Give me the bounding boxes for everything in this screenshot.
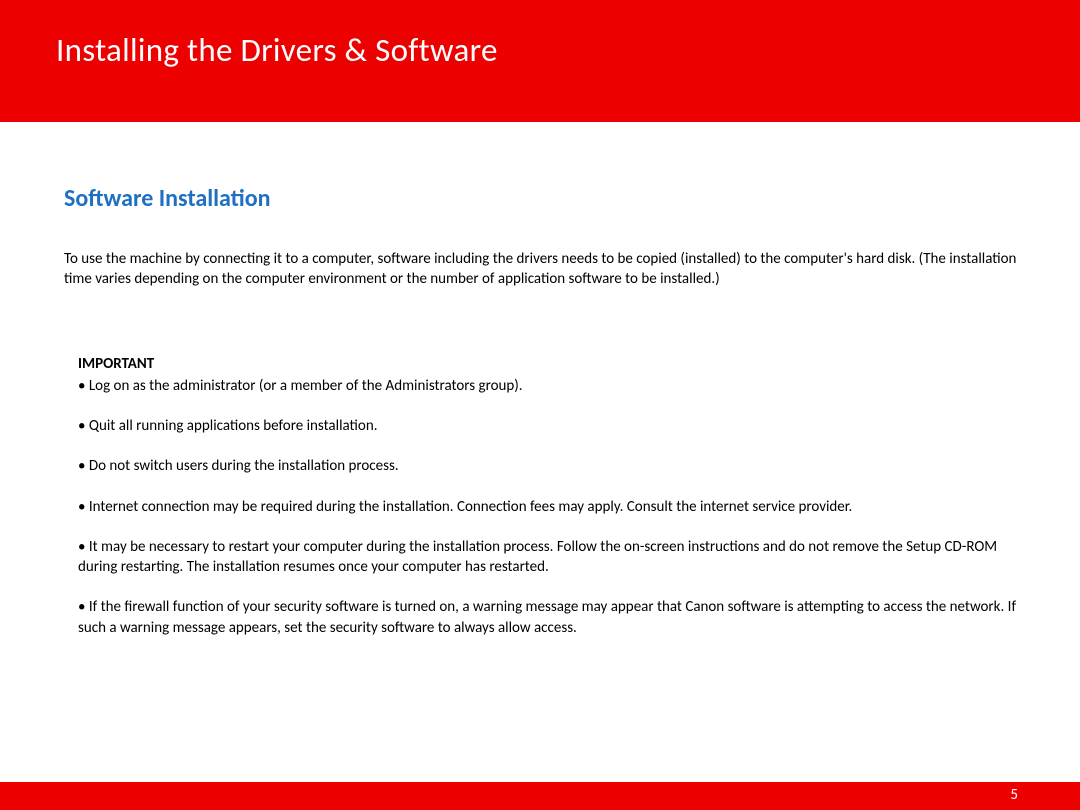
header-band: Installing the Drivers & Software — [0, 0, 1080, 122]
list-item: • Internet connection may be required du… — [78, 497, 1018, 517]
important-label: IMPORTANT — [78, 354, 1018, 374]
page-number: 5 — [1010, 786, 1018, 804]
content-area: Software Installation To use the machine… — [0, 122, 1080, 638]
page-title: Installing the Drivers & Software — [56, 30, 1080, 70]
list-item: • Do not switch users during the install… — [78, 456, 1018, 476]
section-heading: Software Installation — [64, 184, 1018, 213]
list-item: • If the firewall function of your secur… — [78, 597, 1018, 638]
important-block: IMPORTANT • Log on as the administrator … — [64, 354, 1018, 638]
list-item: • It may be necessary to restart your co… — [78, 537, 1018, 578]
intro-paragraph: To use the machine by connecting it to a… — [64, 249, 1018, 290]
footer-band: 5 — [0, 782, 1080, 810]
list-item: • Quit all running applications before i… — [78, 416, 1018, 436]
list-item: • Log on as the administrator (or a memb… — [78, 376, 1018, 396]
